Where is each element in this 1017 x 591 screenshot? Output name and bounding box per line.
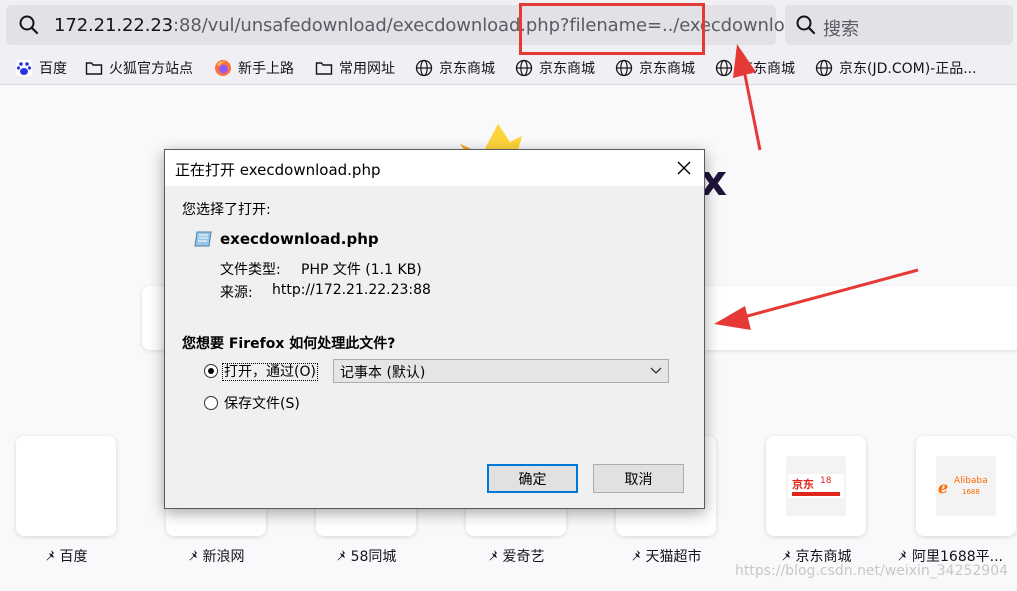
bookmark-label: 火狐官方站点 — [109, 61, 193, 77]
pin-icon — [632, 550, 640, 561]
shortcut-label-text: 天猫超市 — [645, 549, 702, 565]
dialog-close-button[interactable] — [670, 155, 698, 181]
shortcut-label-58[interactable]: 58同城 — [301, 546, 431, 566]
save-file-radio[interactable] — [204, 396, 218, 410]
shortcut-tile-jd[interactable]: 京东 18 — [766, 436, 866, 536]
open-file-dialog: 正在打开 execdownload.php 您选择了打开: execdownlo… — [164, 149, 705, 509]
shortcut-label-tmall[interactable]: 天猫超市 — [601, 546, 731, 566]
bookmark-jd-3[interactable]: 京东商城 — [615, 57, 695, 79]
bookmark-folder-firefox-official[interactable]: 火狐官方站点 — [85, 57, 193, 79]
search-icon — [19, 15, 39, 35]
alibaba-logo-mark: ℯ — [938, 478, 949, 497]
url-path: :88/vul/unsafedownload/execdownload.php?… — [173, 15, 836, 36]
jd-logo: 京东 18 — [786, 456, 846, 516]
bookmark-jd-1[interactable]: 京东商城 — [415, 57, 495, 79]
globe-icon — [715, 59, 733, 77]
bookmark-label: 京东商城 — [439, 61, 495, 77]
search-icon — [796, 15, 816, 35]
firefox-icon — [215, 60, 231, 76]
globe-icon — [415, 59, 433, 77]
bookmark-label: 京东(JD.COM)-正品... — [839, 61, 977, 77]
pin-icon — [189, 550, 197, 561]
open-with-label[interactable]: 打开，通过(O) — [222, 361, 318, 381]
php-file-icon — [194, 231, 212, 247]
jd-logo-sub: 18 — [820, 476, 832, 486]
alibaba-logo: ℯ Alibaba 1688 — [936, 456, 996, 516]
bookmark-label: 京东商城 — [739, 61, 795, 77]
bookmark-label: 新手上路 — [238, 61, 294, 77]
folder-icon — [85, 62, 103, 75]
pin-icon — [782, 550, 790, 561]
baidu-icon — [16, 60, 32, 76]
search-bar[interactable]: 搜索 — [785, 5, 1013, 45]
bookmark-folder-common-sites[interactable]: 常用网址 — [315, 57, 395, 79]
pin-icon — [898, 550, 906, 561]
shortcut-tile-alibaba[interactable]: ℯ Alibaba 1688 — [916, 436, 1016, 536]
source-value: http://172.21.22.23:88 — [272, 282, 431, 298]
shortcut-label-baidu[interactable]: 百度 — [1, 546, 131, 566]
pin-icon — [46, 550, 54, 561]
ok-button[interactable]: 确定 — [487, 464, 578, 493]
shortcut-label-text: 百度 — [59, 549, 88, 565]
dialog-title: 正在打开 execdownload.php — [175, 161, 381, 179]
open-with-app-select[interactable]: 记事本 (默认) — [333, 359, 669, 383]
cancel-button[interactable]: 取消 — [593, 464, 684, 493]
filetype-value: PHP 文件 (1.1 KB) — [301, 262, 422, 278]
globe-icon — [615, 59, 633, 77]
alibaba-logo-text: Alibaba — [954, 476, 988, 486]
dialog-question: 您想要 Firefox 如何处理此文件? — [182, 336, 396, 352]
dialog-titlebar[interactable]: 正在打开 execdownload.php — [165, 150, 704, 186]
filetype-label: 文件类型: — [220, 262, 281, 278]
watermark: https://blog.csdn.net/weixin_34252904 — [735, 563, 1009, 579]
shortcut-label-iqiyi[interactable]: 爱奇艺 — [451, 546, 581, 566]
pin-icon — [489, 550, 497, 561]
dialog-filename: execdownload.php — [220, 230, 379, 248]
bookmark-baidu[interactable]: 百度 — [15, 57, 67, 79]
alibaba-logo-sub: 1688 — [962, 488, 980, 496]
globe-icon — [515, 59, 533, 77]
shortcut-label-text: 58同城 — [350, 549, 397, 565]
url-highlight-box — [519, 3, 705, 55]
url-host: 172.21.22.23 — [54, 15, 174, 36]
dialog-intro: 您选择了打开: — [182, 202, 271, 218]
search-placeholder: 搜索 — [823, 19, 859, 40]
close-icon — [677, 161, 691, 175]
source-label: 来源: — [220, 285, 253, 301]
shortcut-tile-baidu[interactable] — [16, 436, 116, 536]
bookmark-label: 百度 — [39, 61, 67, 77]
bookmark-jd-2[interactable]: 京东商城 — [515, 57, 595, 79]
globe-icon — [815, 59, 833, 77]
open-with-radio[interactable] — [204, 364, 218, 378]
open-with-label-text: 打开，通过(O) — [222, 363, 318, 381]
bookmark-jd-4[interactable]: 京东商城 — [715, 57, 795, 79]
chevron-down-icon — [650, 367, 662, 374]
bookmark-getting-started[interactable]: 新手上路 — [214, 57, 294, 79]
bookmarks-bar: 百度 火狐官方站点 新手上路 常用网址 京东商城 京东商城 京东商城 京东商城 … — [0, 51, 1017, 85]
pin-icon — [337, 550, 345, 561]
bookmark-label: 京东商城 — [539, 61, 595, 77]
folder-icon — [315, 62, 333, 75]
jd-logo-text: 京东 — [792, 478, 814, 491]
open-with-app-value: 记事本 (默认) — [340, 365, 426, 381]
address-bar-url[interactable]: 172.21.22.23:88/vul/unsafedownload/execd… — [54, 15, 835, 36]
save-file-label[interactable]: 保存文件(S) — [224, 393, 300, 413]
shortcut-label-text: 新浪网 — [202, 549, 245, 565]
bookmark-label: 常用网址 — [339, 61, 395, 77]
bookmark-label: 京东商城 — [639, 61, 695, 77]
bookmark-jd-com[interactable]: 京东(JD.COM)-正品... — [815, 57, 977, 79]
browser-toolbar: 172.21.22.23:88/vul/unsafedownload/execd… — [0, 0, 1017, 51]
shortcut-label-text: 爱奇艺 — [502, 549, 545, 565]
shortcut-label-sina[interactable]: 新浪网 — [151, 546, 281, 566]
